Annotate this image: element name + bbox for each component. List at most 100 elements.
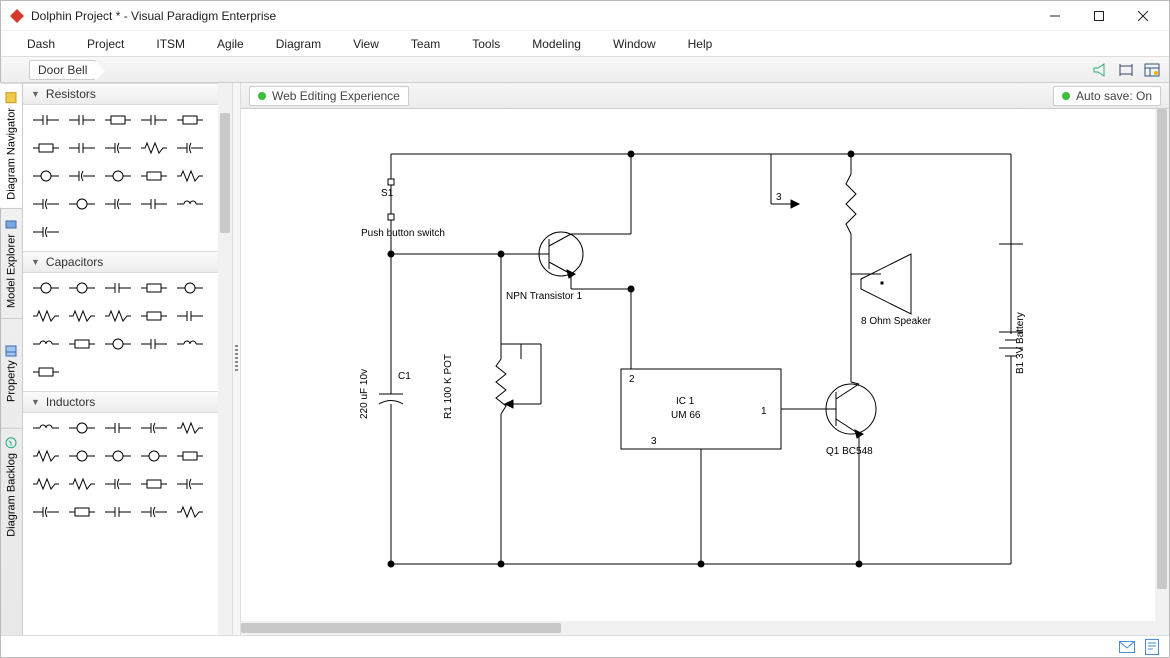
palette-item[interactable] bbox=[175, 335, 205, 353]
tab-diagram-backlog[interactable]: Diagram Backlog bbox=[1, 428, 22, 545]
palette-item[interactable] bbox=[67, 307, 97, 325]
label-pin3b: 3 bbox=[776, 192, 782, 203]
app-logo-icon bbox=[9, 8, 25, 24]
palette-item[interactable] bbox=[175, 503, 205, 521]
palette-item[interactable] bbox=[139, 139, 169, 157]
close-button[interactable] bbox=[1121, 2, 1165, 30]
diagram-canvas[interactable]: S1 Push button switch NPN Transistor 1 C… bbox=[241, 109, 1169, 635]
palette-item[interactable] bbox=[103, 475, 133, 493]
palette-item[interactable] bbox=[175, 419, 205, 437]
palette-item[interactable] bbox=[139, 167, 169, 185]
menu-window[interactable]: Window bbox=[597, 33, 672, 55]
palette-item[interactable] bbox=[31, 195, 61, 213]
menu-tools[interactable]: Tools bbox=[456, 33, 516, 55]
breadcrumb[interactable]: Door Bell bbox=[29, 60, 96, 80]
note-icon[interactable] bbox=[1145, 639, 1159, 655]
label-pin3: 3 bbox=[651, 436, 657, 447]
palette-item[interactable] bbox=[175, 195, 205, 213]
palette-item[interactable] bbox=[31, 419, 61, 437]
canvas-hscroll[interactable] bbox=[241, 621, 1169, 635]
palette-item[interactable] bbox=[67, 475, 97, 493]
palette-item[interactable] bbox=[103, 195, 133, 213]
palette-item[interactable] bbox=[31, 503, 61, 521]
palette-item[interactable] bbox=[31, 307, 61, 325]
tab-diagram-navigator[interactable]: Diagram Navigator bbox=[1, 83, 22, 208]
palette-scrollbar[interactable] bbox=[218, 83, 232, 635]
tag-autosave[interactable]: Auto save: On bbox=[1053, 86, 1161, 106]
menu-help[interactable]: Help bbox=[672, 33, 729, 55]
palette-item[interactable] bbox=[139, 419, 169, 437]
menu-dash[interactable]: Dash bbox=[11, 33, 71, 55]
palette-item[interactable] bbox=[103, 307, 133, 325]
menu-agile[interactable]: Agile bbox=[201, 33, 260, 55]
maximize-button[interactable] bbox=[1077, 2, 1121, 30]
menu-view[interactable]: View bbox=[337, 33, 395, 55]
palette-item[interactable] bbox=[103, 419, 133, 437]
palette-item[interactable] bbox=[67, 419, 97, 437]
menu-project[interactable]: Project bbox=[71, 33, 140, 55]
palette-item[interactable] bbox=[175, 139, 205, 157]
palette-item[interactable] bbox=[67, 111, 97, 129]
bounds-icon[interactable] bbox=[1115, 59, 1137, 81]
palette-item[interactable] bbox=[67, 279, 97, 297]
menu-modeling[interactable]: Modeling bbox=[516, 33, 597, 55]
palette-item[interactable] bbox=[31, 363, 61, 381]
palette-item[interactable] bbox=[31, 111, 61, 129]
menu-diagram[interactable]: Diagram bbox=[260, 33, 337, 55]
group-resistors[interactable]: ▼Resistors bbox=[23, 83, 232, 105]
palette-item[interactable] bbox=[175, 447, 205, 465]
palette-item[interactable] bbox=[67, 167, 97, 185]
tab-model-explorer[interactable]: Model Explorer bbox=[1, 208, 22, 318]
minimize-button[interactable] bbox=[1033, 2, 1077, 30]
titlebar: Dolphin Project * - Visual Paradigm Ente… bbox=[1, 1, 1169, 31]
palette-item[interactable] bbox=[175, 279, 205, 297]
palette-item[interactable] bbox=[175, 167, 205, 185]
palette-item[interactable] bbox=[139, 195, 169, 213]
palette-item[interactable] bbox=[67, 503, 97, 521]
label-battery: B1 3V Battery bbox=[1015, 312, 1026, 374]
palette-item[interactable] bbox=[139, 307, 169, 325]
palette-item[interactable] bbox=[67, 447, 97, 465]
palette-item[interactable] bbox=[67, 335, 97, 353]
palette-item[interactable] bbox=[31, 223, 61, 241]
splitter-handle[interactable] bbox=[233, 83, 241, 635]
statusbar bbox=[1, 635, 1169, 657]
palette-item[interactable] bbox=[31, 139, 61, 157]
mail-icon[interactable] bbox=[1119, 641, 1135, 653]
palette-item[interactable] bbox=[175, 111, 205, 129]
palette-item[interactable] bbox=[139, 279, 169, 297]
palette-item[interactable] bbox=[103, 447, 133, 465]
menu-team[interactable]: Team bbox=[395, 33, 456, 55]
window-title: Dolphin Project * - Visual Paradigm Ente… bbox=[31, 9, 1033, 23]
chevron-down-icon: ▼ bbox=[31, 257, 40, 267]
palette-item[interactable] bbox=[103, 139, 133, 157]
palette-item[interactable] bbox=[139, 447, 169, 465]
palette-item[interactable] bbox=[139, 111, 169, 129]
palette-item[interactable] bbox=[103, 503, 133, 521]
palette-item[interactable] bbox=[103, 279, 133, 297]
palette-item[interactable] bbox=[31, 335, 61, 353]
group-inductors[interactable]: ▼Inductors bbox=[23, 391, 232, 413]
canvas-vscroll[interactable] bbox=[1155, 109, 1169, 621]
palette-item[interactable] bbox=[139, 475, 169, 493]
announce-icon[interactable] bbox=[1089, 59, 1111, 81]
palette-item[interactable] bbox=[175, 475, 205, 493]
palette-item[interactable] bbox=[139, 335, 169, 353]
label-s1: S1 bbox=[381, 188, 394, 199]
palette-item[interactable] bbox=[31, 447, 61, 465]
tab-property[interactable]: Property bbox=[1, 318, 22, 428]
palette-item[interactable] bbox=[175, 307, 205, 325]
group-capacitors[interactable]: ▼Capacitors bbox=[23, 251, 232, 273]
palette-item[interactable] bbox=[103, 335, 133, 353]
panels-icon[interactable] bbox=[1141, 59, 1163, 81]
palette-item[interactable] bbox=[103, 167, 133, 185]
tag-web-editing[interactable]: Web Editing Experience bbox=[249, 86, 409, 106]
palette-item[interactable] bbox=[139, 503, 169, 521]
palette-item[interactable] bbox=[67, 139, 97, 157]
palette-item[interactable] bbox=[103, 111, 133, 129]
menu-itsm[interactable]: ITSM bbox=[140, 33, 201, 55]
palette-item[interactable] bbox=[31, 167, 61, 185]
palette-item[interactable] bbox=[31, 475, 61, 493]
palette-item[interactable] bbox=[31, 279, 61, 297]
palette-item[interactable] bbox=[67, 195, 97, 213]
